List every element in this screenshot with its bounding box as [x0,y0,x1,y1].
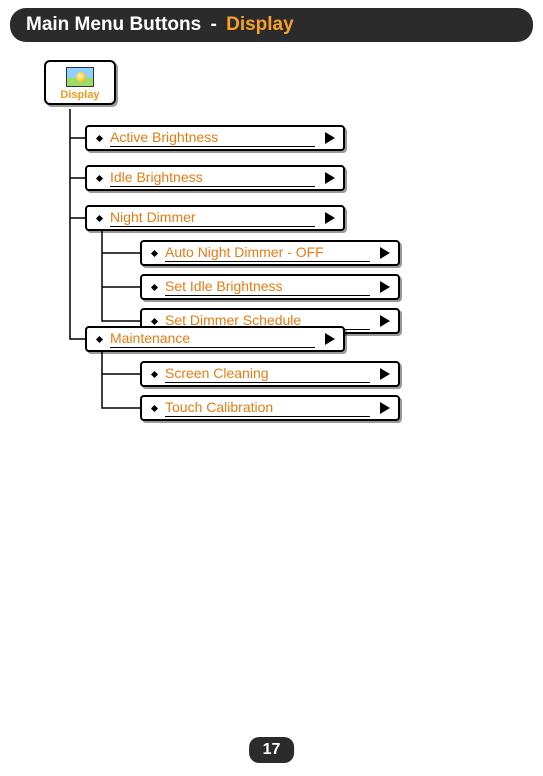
page-header: Main Menu Buttons - Display [10,8,533,42]
menu-tree: Display Active Brightness Idle Brightnes… [40,60,543,440]
bullet-icon [151,317,158,324]
header-subtitle: Display [226,14,294,35]
screen-cleaning-label: Screen Cleaning [165,365,370,383]
display-node[interactable]: Display [44,60,116,105]
set-idle-brightness-label: Set Idle Brightness [165,278,370,296]
bullet-icon [96,134,103,141]
idle-brightness-label: Idle Brightness [110,169,315,187]
bullet-icon [96,335,103,342]
screen-cleaning-item[interactable]: Screen Cleaning [140,361,400,387]
chevron-right-icon [325,132,335,144]
bullet-icon [151,249,158,256]
maintenance-item[interactable]: Maintenance [85,326,345,352]
chevron-right-icon [325,172,335,184]
header-separator: - [210,14,216,35]
bullet-icon [96,214,103,221]
display-node-label: Display [54,89,106,101]
bullet-icon [151,404,158,411]
chevron-right-icon [325,212,335,224]
chevron-right-icon [380,281,390,293]
night-dimmer-label: Night Dimmer [110,209,315,227]
bullet-icon [151,283,158,290]
active-brightness-label: Active Brightness [110,129,315,147]
page-number: 17 [249,737,295,763]
bullet-icon [151,370,158,377]
touch-calibration-item[interactable]: Touch Calibration [140,395,400,421]
auto-night-dimmer-label: Auto Night Dimmer - OFF [165,244,370,262]
chevron-right-icon [380,368,390,380]
set-idle-brightness-item[interactable]: Set Idle Brightness [140,274,400,300]
bullet-icon [96,174,103,181]
display-icon [66,67,94,87]
chevron-right-icon [380,315,390,327]
chevron-right-icon [380,247,390,259]
active-brightness-item[interactable]: Active Brightness [85,125,345,151]
chevron-right-icon [325,333,335,345]
maintenance-label: Maintenance [110,330,315,348]
header-title: Main Menu Buttons [26,14,201,35]
touch-calibration-label: Touch Calibration [165,399,370,417]
night-dimmer-item[interactable]: Night Dimmer [85,205,345,231]
auto-night-dimmer-item[interactable]: Auto Night Dimmer - OFF [140,240,400,266]
idle-brightness-item[interactable]: Idle Brightness [85,165,345,191]
chevron-right-icon [380,402,390,414]
